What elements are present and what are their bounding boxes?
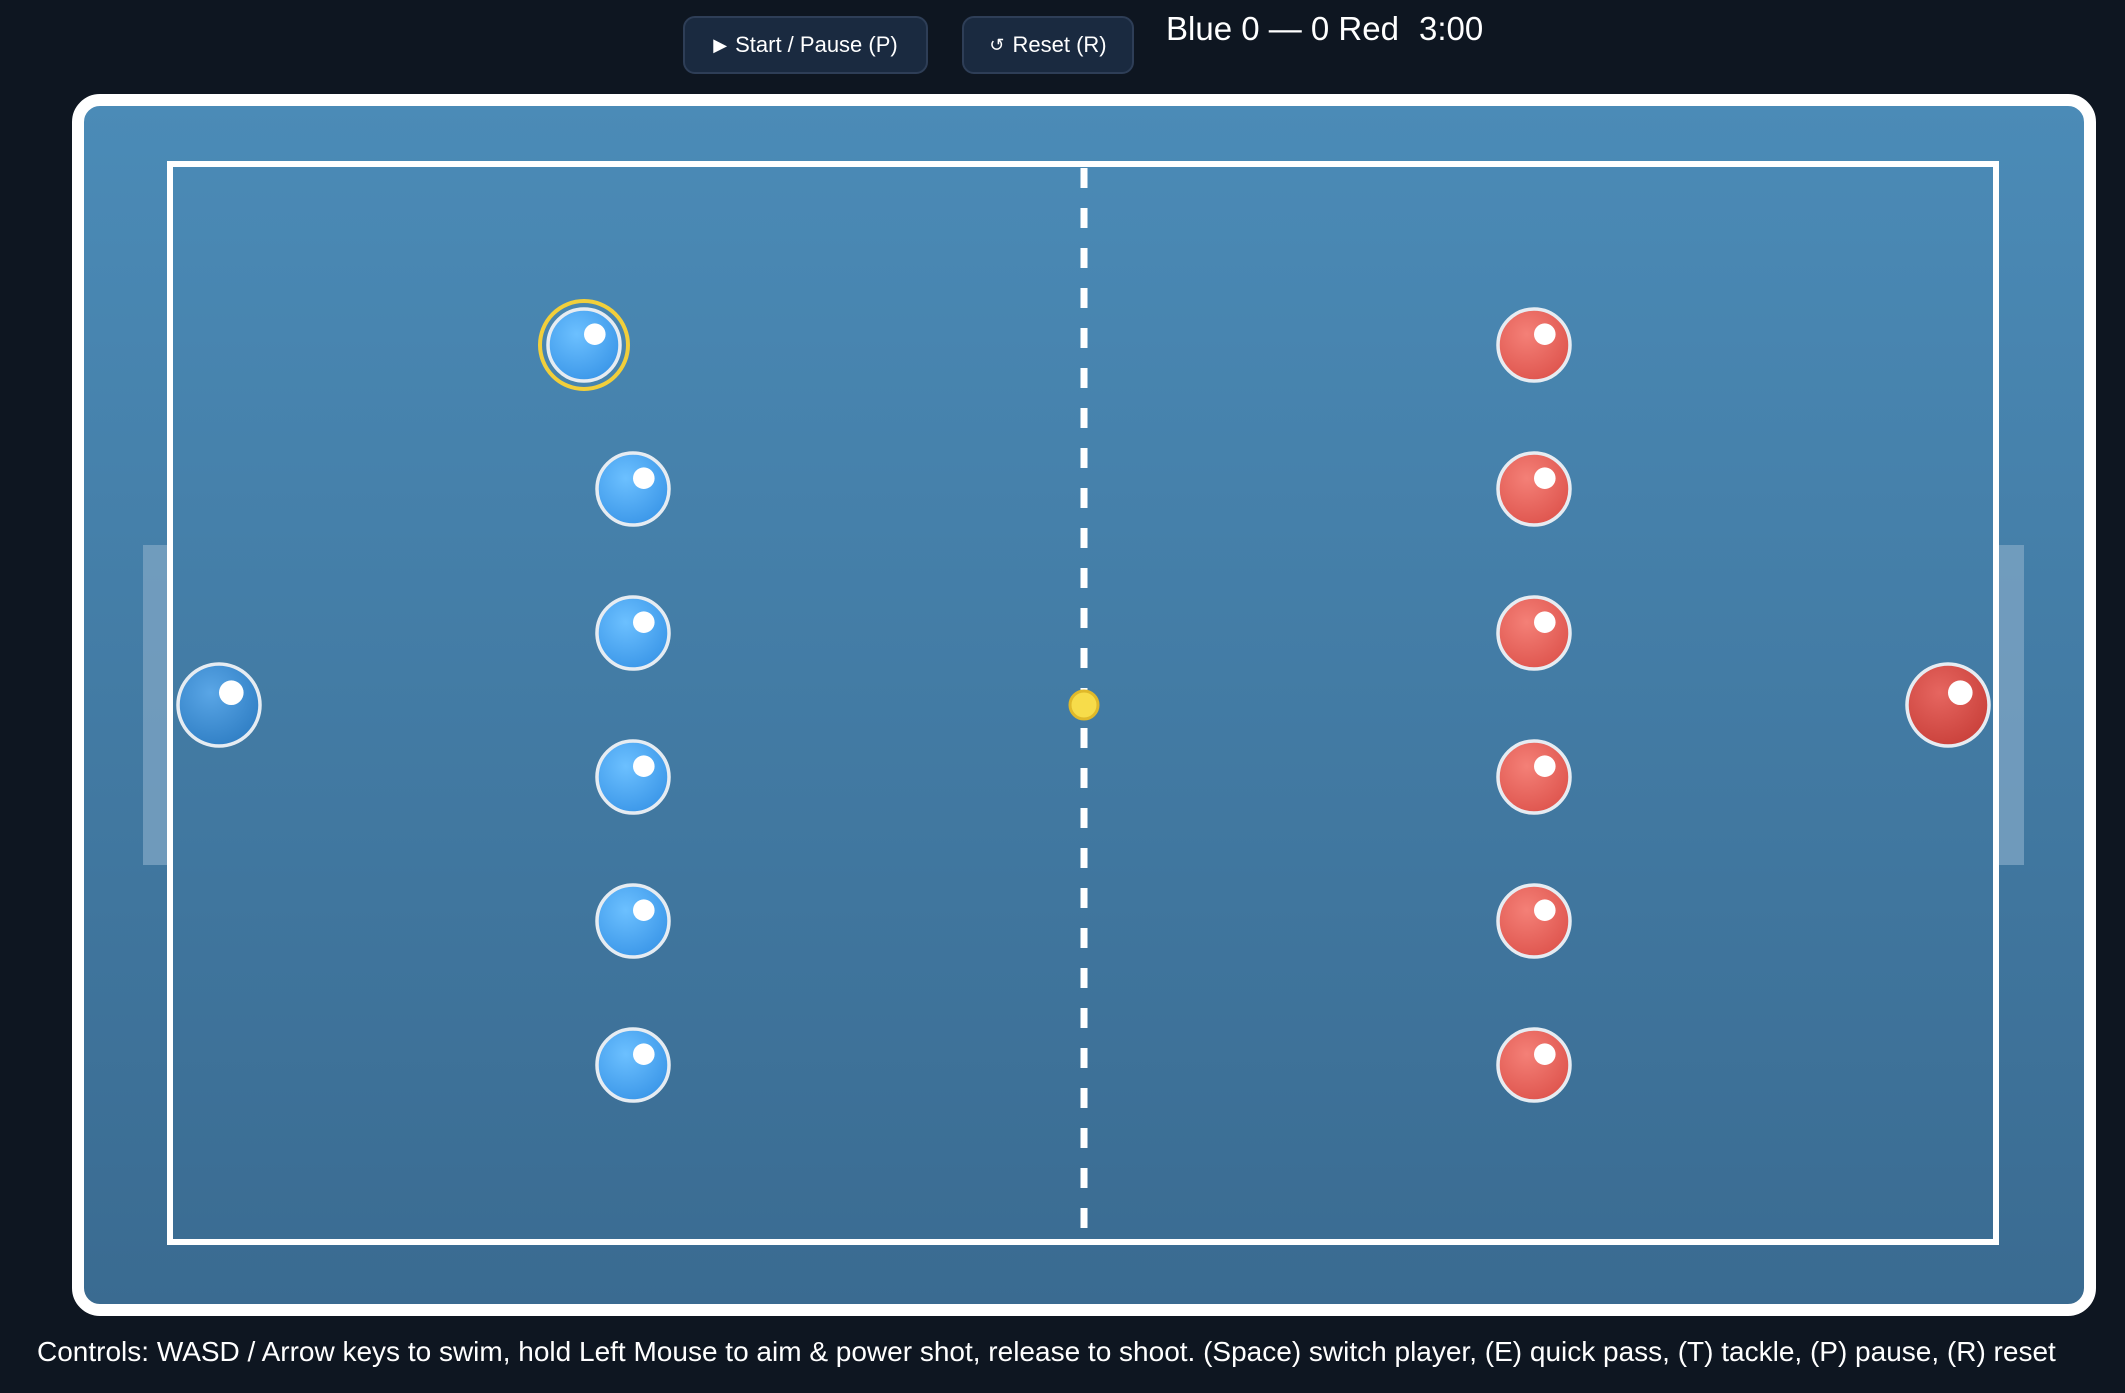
blue-player-2[interactable] [595,451,671,527]
red-player-5[interactable] [1496,883,1572,959]
red-player-1[interactable] [1496,307,1572,383]
goal-left [143,545,169,865]
player-cap-highlight [633,1043,655,1065]
red-player-3[interactable] [1496,595,1572,671]
blue-player-6[interactable] [595,1027,671,1103]
ball[interactable] [1068,689,1100,721]
blue-player-1[interactable] [538,299,630,391]
game-field[interactable] [0,0,2125,1393]
player-cap-highlight [1534,323,1556,346]
blue-player-4[interactable] [595,739,671,815]
blue-player-5[interactable] [595,883,671,959]
blue-goalie[interactable] [176,662,262,748]
player-cap-highlight [633,755,655,777]
player-cap-highlight [1534,467,1556,490]
red-player-2[interactable] [1496,451,1572,527]
player-cap-highlight [633,611,655,633]
player-cap-highlight [1534,1043,1556,1065]
player-cap-highlight [219,680,244,705]
red-player-6[interactable] [1496,1027,1572,1103]
player-cap-highlight [1534,755,1556,777]
red-player-4[interactable] [1496,739,1572,815]
player-cap-highlight [1534,899,1556,921]
player-cap-highlight [633,467,655,490]
controls-help-text: Controls: WASD / Arrow keys to swim, hol… [37,1336,2056,1367]
red-goalie[interactable] [1905,662,1991,748]
player-cap-highlight [633,899,655,921]
goal-right [1998,545,2024,865]
player-cap-highlight [584,323,606,346]
player-cap-highlight [1534,611,1556,633]
blue-player-3[interactable] [595,595,671,671]
player-cap-highlight [1948,680,1973,705]
